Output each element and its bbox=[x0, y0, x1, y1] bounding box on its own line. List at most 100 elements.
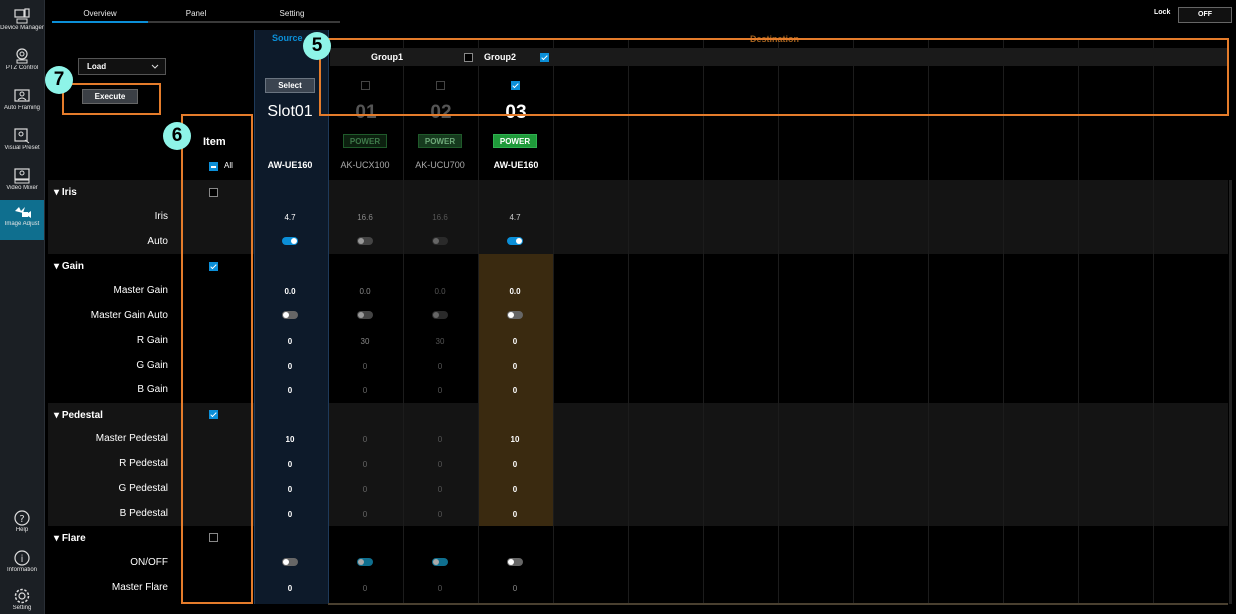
slot02-model: AK-UCU700 bbox=[415, 160, 465, 170]
annotation-box-destination bbox=[319, 38, 1229, 116]
svg-text:?: ? bbox=[19, 514, 24, 525]
select-source-button[interactable]: Select bbox=[265, 78, 315, 93]
sidebar-item-label: Information bbox=[6, 567, 37, 573]
video-mixer-icon bbox=[14, 168, 30, 184]
slot01-b-pedestal-value: 0 bbox=[362, 510, 368, 519]
grid-line bbox=[478, 38, 479, 604]
section-pedestal[interactable]: ▾ Pedestal bbox=[54, 410, 103, 421]
slot03-gain-auto-toggle bbox=[507, 311, 523, 319]
sidebar-item-label: Auto Framing bbox=[3, 105, 40, 111]
source-iris-value[interactable]: 4.7 bbox=[260, 213, 320, 222]
sidebar-item-auto-framing[interactable]: Auto Framing bbox=[0, 84, 44, 122]
source-g-pedestal-value[interactable]: 0 bbox=[260, 485, 320, 494]
slot03-r-pedestal-value: 0 bbox=[512, 460, 518, 469]
source-g-gain-value[interactable]: 0 bbox=[260, 362, 320, 371]
source-b-pedestal-value[interactable]: 0 bbox=[260, 510, 320, 519]
source-r-gain-value[interactable]: 0 bbox=[260, 337, 320, 346]
sidebar-item-label: Visual Preset bbox=[4, 145, 40, 151]
row-label-master-pedestal: Master Pedestal bbox=[95, 433, 168, 444]
tab-divider bbox=[148, 21, 244, 23]
row-label-iris: Iris bbox=[154, 211, 168, 222]
sidebar-item-label: Device Manager bbox=[0, 25, 44, 31]
lock-toggle-button[interactable]: OFF bbox=[1178, 7, 1232, 23]
info-icon: i bbox=[14, 550, 30, 566]
vertical-scrollbar[interactable] bbox=[1229, 180, 1232, 604]
slot02-g-gain-value: 0 bbox=[437, 362, 443, 371]
device-manager-icon bbox=[14, 8, 30, 24]
slot03-iris-value: 4.7 bbox=[509, 213, 521, 222]
tab-panel[interactable]: Panel bbox=[148, 6, 244, 22]
source-b-gain-value[interactable]: 0 bbox=[260, 386, 320, 395]
app-window: Device Manager PTZ Control Auto Framing … bbox=[0, 0, 1236, 614]
slot03-master-pedestal-value: 10 bbox=[510, 435, 520, 444]
section-gain[interactable]: ▾ Gain bbox=[54, 261, 84, 272]
grid-line bbox=[1003, 38, 1004, 604]
slot01-model: AK-UCX100 bbox=[340, 160, 390, 170]
grid-line bbox=[553, 38, 554, 604]
slot02-r-pedestal-value: 0 bbox=[437, 460, 443, 469]
tab-setting[interactable]: Setting bbox=[244, 6, 340, 22]
grid-line bbox=[778, 38, 779, 604]
sidebar-item-information[interactable]: i Information bbox=[0, 546, 44, 584]
slot02-power-button[interactable]: POWER bbox=[418, 134, 462, 148]
source-r-pedestal-value[interactable]: 0 bbox=[260, 460, 320, 469]
slot02-master-pedestal-value: 0 bbox=[437, 435, 443, 444]
section-flare[interactable]: ▾ Flare bbox=[54, 533, 86, 544]
slot03-g-pedestal-value: 0 bbox=[512, 485, 518, 494]
slot01-r-pedestal-value: 0 bbox=[362, 460, 368, 469]
sidebar-item-setting[interactable]: Setting bbox=[0, 584, 44, 614]
slot03-r-gain-value: 0 bbox=[512, 337, 518, 346]
slot03-power-button[interactable]: POWER bbox=[493, 134, 537, 148]
source-flare-toggle[interactable] bbox=[282, 558, 298, 566]
slot01-iris-auto-toggle bbox=[357, 237, 373, 245]
row-label-b-gain: B Gain bbox=[137, 384, 168, 395]
load-select[interactable]: Load bbox=[78, 58, 166, 75]
visual-preset-icon bbox=[14, 128, 30, 144]
slot01-master-gain-value: 0.0 bbox=[359, 287, 371, 296]
source-iris-auto-toggle[interactable] bbox=[282, 237, 298, 245]
row-label-g-pedestal: G Pedestal bbox=[118, 483, 168, 494]
source-master-flare-value[interactable]: 0 bbox=[260, 584, 320, 593]
slot02-b-pedestal-value: 0 bbox=[437, 510, 443, 519]
slot01-r-gain-value: 30 bbox=[360, 337, 370, 346]
lock-label: Lock bbox=[1154, 9, 1171, 16]
slot01-iris-value: 16.6 bbox=[357, 213, 373, 222]
sidebar-item-label: Setting bbox=[12, 605, 32, 611]
slot03-master-gain-value: 0.0 bbox=[509, 287, 521, 296]
slot03-b-gain-value: 0 bbox=[512, 386, 518, 395]
slot02-iris-value: 16.6 bbox=[432, 213, 448, 222]
sidebar-item-device-manager[interactable]: Device Manager bbox=[0, 4, 44, 42]
slot01-master-flare-value: 0 bbox=[362, 584, 368, 593]
section-iris[interactable]: ▾ Iris bbox=[54, 187, 77, 198]
grid-line bbox=[1078, 38, 1079, 604]
sidebar-item-help[interactable]: ? Help bbox=[0, 506, 44, 544]
slot01-g-gain-value: 0 bbox=[362, 362, 368, 371]
sidebar: Device Manager PTZ Control Auto Framing … bbox=[0, 0, 45, 614]
slot01-master-pedestal-value: 0 bbox=[362, 435, 368, 444]
row-label-r-pedestal: R Pedestal bbox=[119, 458, 168, 469]
help-icon: ? bbox=[14, 510, 30, 526]
source-master-gain-value[interactable]: 0.0 bbox=[260, 287, 320, 296]
annotation-box-execute bbox=[62, 83, 161, 115]
sidebar-item-ptz-control[interactable]: PTZ Control bbox=[0, 44, 44, 82]
sidebar-item-image-adjust[interactable]: Image Adjust bbox=[0, 200, 44, 240]
svg-text:i: i bbox=[21, 554, 24, 565]
sidebar-item-label: PTZ Control bbox=[5, 65, 39, 71]
tab-active-indicator bbox=[52, 21, 148, 23]
slot01-g-pedestal-value: 0 bbox=[362, 485, 368, 494]
tab-divider bbox=[244, 21, 340, 23]
slot01-flare-toggle bbox=[357, 558, 373, 566]
sidebar-item-visual-preset[interactable]: Visual Preset bbox=[0, 124, 44, 162]
slot01-power-button[interactable]: POWER bbox=[343, 134, 387, 148]
slot02-g-pedestal-value: 0 bbox=[437, 485, 443, 494]
camera-control-icon bbox=[16, 48, 28, 64]
slot03-flare-toggle bbox=[507, 558, 523, 566]
section-flare-label: Flare bbox=[61, 533, 86, 544]
tab-overview[interactable]: Overview bbox=[52, 6, 148, 22]
source-master-pedestal-value[interactable]: 10 bbox=[260, 435, 320, 444]
grid-line bbox=[403, 38, 404, 604]
source-gain-auto-toggle[interactable] bbox=[282, 311, 298, 319]
sidebar-item-video-mixer[interactable]: Video Mixer bbox=[0, 164, 44, 202]
row-label-master-gain-auto: Master Gain Auto bbox=[90, 310, 168, 321]
grid-line bbox=[928, 38, 929, 604]
